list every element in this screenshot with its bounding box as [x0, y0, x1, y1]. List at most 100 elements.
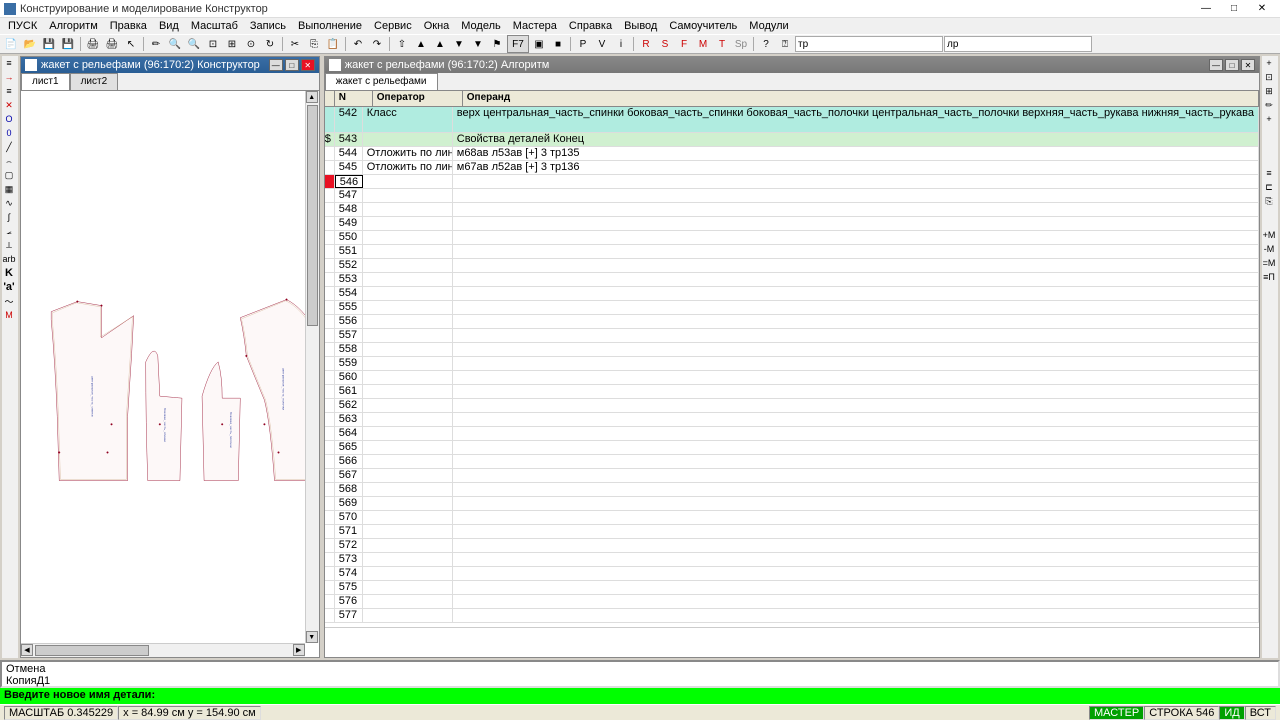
rt-m2-icon[interactable]: -M	[1262, 242, 1276, 256]
tab-sheet1[interactable]: лист1	[21, 73, 70, 90]
lt-measure-icon[interactable]: ⟂	[2, 238, 16, 252]
zoom-window-icon[interactable]: ⊞	[223, 35, 241, 53]
pan-icon[interactable]: ⊙	[242, 35, 260, 53]
table-row[interactable]: 561	[325, 385, 1259, 399]
algorithm-tab[interactable]: жакет с рельефами	[325, 73, 438, 90]
toolbar-combo-2[interactable]	[944, 36, 1092, 52]
table-row[interactable]: 568	[325, 483, 1259, 497]
menu-tutorial[interactable]: Самоучитель	[663, 19, 743, 33]
copy-icon[interactable]: ⎘	[305, 35, 323, 53]
m-button[interactable]: M	[694, 35, 712, 53]
rt-m1-icon[interactable]: +M	[1262, 228, 1276, 242]
triangle-up2-icon[interactable]: ▲	[431, 35, 449, 53]
table-row[interactable]: 559	[325, 357, 1259, 371]
table-row[interactable]: 574	[325, 567, 1259, 581]
table-row[interactable]: 572	[325, 539, 1259, 553]
menu-masters[interactable]: Мастера	[507, 19, 563, 33]
window-close-button[interactable]: ✕	[1248, 1, 1276, 17]
table-row[interactable]: 563	[325, 413, 1259, 427]
menu-record[interactable]: Запись	[244, 19, 292, 33]
save-icon[interactable]: 💾	[40, 35, 58, 53]
rt-m3-icon[interactable]: =M	[1262, 256, 1276, 270]
rt-tool1-icon[interactable]: ⊡	[1262, 70, 1276, 84]
rt-copy-icon[interactable]: ⎘	[1262, 194, 1276, 208]
table-row[interactable]: 553	[325, 273, 1259, 287]
lt-arc-icon[interactable]: ⌢	[2, 154, 16, 168]
triangle-down2-icon[interactable]: ▼	[469, 35, 487, 53]
table-row[interactable]: 550	[325, 231, 1259, 245]
s-button[interactable]: S	[656, 35, 674, 53]
triangle-up-icon[interactable]: ▲	[412, 35, 430, 53]
zoom-fit-icon[interactable]: ⊡	[204, 35, 222, 53]
print-preview-icon[interactable]: 🖨	[103, 35, 121, 53]
table-row[interactable]: 551	[325, 245, 1259, 259]
rt-align-icon[interactable]: ≡	[1262, 166, 1276, 180]
r-button[interactable]: R	[637, 35, 655, 53]
canvas-scrollbar-horizontal[interactable]: ◀ ▶	[21, 643, 305, 657]
lt-angle-icon[interactable]: ⦟	[2, 224, 16, 238]
stop-icon[interactable]: ■	[549, 35, 567, 53]
p-button[interactable]: P	[574, 35, 592, 53]
lt-delete-icon[interactable]: ✕	[2, 98, 16, 112]
table-row[interactable]: 576	[325, 595, 1259, 609]
zoom-in-icon[interactable]: 🔍	[166, 35, 184, 53]
panel-minimize-button[interactable]: —	[1209, 59, 1223, 71]
algorithm-panel-title[interactable]: жакет с рельефами (96:170:2) Алгоритм — …	[325, 57, 1259, 73]
table-row[interactable]: 565	[325, 441, 1259, 455]
constructor-panel-title[interactable]: жакет с рельефами (96:170:2) Конструктор…	[21, 57, 319, 73]
panel-maximize-button[interactable]: □	[285, 59, 299, 71]
flag-icon[interactable]: ⚑	[488, 35, 506, 53]
lt-circle-icon[interactable]: O	[2, 112, 16, 126]
menu-output[interactable]: Вывод	[618, 19, 663, 33]
table-row[interactable]: 558	[325, 343, 1259, 357]
save-as-icon[interactable]: 💾	[59, 35, 77, 53]
table-row[interactable]: 542Классверх центральная_часть_спинки бо…	[325, 107, 1259, 133]
zoom-tool-icon[interactable]: ✏	[147, 35, 165, 53]
lt-k-icon[interactable]: K	[2, 266, 16, 280]
rt-plus-icon[interactable]: +	[1262, 56, 1276, 70]
lt-spline-icon[interactable]: ∫	[2, 210, 16, 224]
step-up-icon[interactable]: ⇧	[393, 35, 411, 53]
table-row[interactable]: 573	[325, 553, 1259, 567]
menu-windows[interactable]: Окна	[418, 19, 456, 33]
help-icon[interactable]: ?	[757, 35, 775, 53]
table-row[interactable]: 549	[325, 217, 1259, 231]
lt-list-icon[interactable]: ≡	[2, 56, 16, 70]
table-row[interactable]: 571	[325, 525, 1259, 539]
menu-view[interactable]: Вид	[153, 19, 185, 33]
lt-wave-icon[interactable]: 〜	[2, 294, 16, 308]
toolbar-combo-1[interactable]	[795, 36, 943, 52]
lt-rect-icon[interactable]: ▢	[2, 168, 16, 182]
undo-icon[interactable]: ↶	[349, 35, 367, 53]
cursor-icon[interactable]: ↖	[122, 35, 140, 53]
menu-edit[interactable]: Правка	[104, 19, 153, 33]
f7-button[interactable]: F7	[507, 35, 529, 53]
menu-modules[interactable]: Модули	[743, 19, 794, 33]
table-row[interactable]: 577	[325, 609, 1259, 623]
table-row[interactable]: 555	[325, 301, 1259, 315]
table-row[interactable]: 567	[325, 469, 1259, 483]
table-row[interactable]: 544Отложить по линиим68ав л53ав [+] 3 тр…	[325, 147, 1259, 161]
menu-service[interactable]: Сервис	[368, 19, 418, 33]
lt-point-icon[interactable]: 0	[2, 126, 16, 140]
table-body[interactable]: 542Классверх центральная_часть_спинки бо…	[325, 107, 1259, 627]
table-row[interactable]: 554	[325, 287, 1259, 301]
table-row[interactable]: 562	[325, 399, 1259, 413]
window-maximize-button[interactable]: □	[1220, 1, 1248, 17]
table-row[interactable]: 575	[325, 581, 1259, 595]
triangle-down-icon[interactable]: ▼	[450, 35, 468, 53]
table-row[interactable]: 545Отложить по линиим67ав л52ав [+] 3 тр…	[325, 161, 1259, 175]
print-icon[interactable]: 🖨	[84, 35, 102, 53]
refresh-icon[interactable]: ↻	[261, 35, 279, 53]
rt-pi-icon[interactable]: ≡П	[1262, 270, 1276, 284]
lt-curve-icon[interactable]: ∿	[2, 196, 16, 210]
table-row[interactable]: 570	[325, 511, 1259, 525]
menu-algorithm[interactable]: Алгоритм	[43, 19, 104, 33]
drawing-canvas[interactable]: центральная_часть_спинки боковая_часть_с…	[21, 91, 319, 657]
canvas-scrollbar-vertical[interactable]: ▲ ▼	[305, 91, 319, 643]
table-row[interactable]: 560	[325, 371, 1259, 385]
table-row[interactable]: 546	[325, 175, 1259, 189]
lt-arb-icon[interactable]: arb	[2, 252, 16, 266]
menu-model[interactable]: Модель	[455, 19, 506, 33]
table-row[interactable]: 547	[325, 189, 1259, 203]
